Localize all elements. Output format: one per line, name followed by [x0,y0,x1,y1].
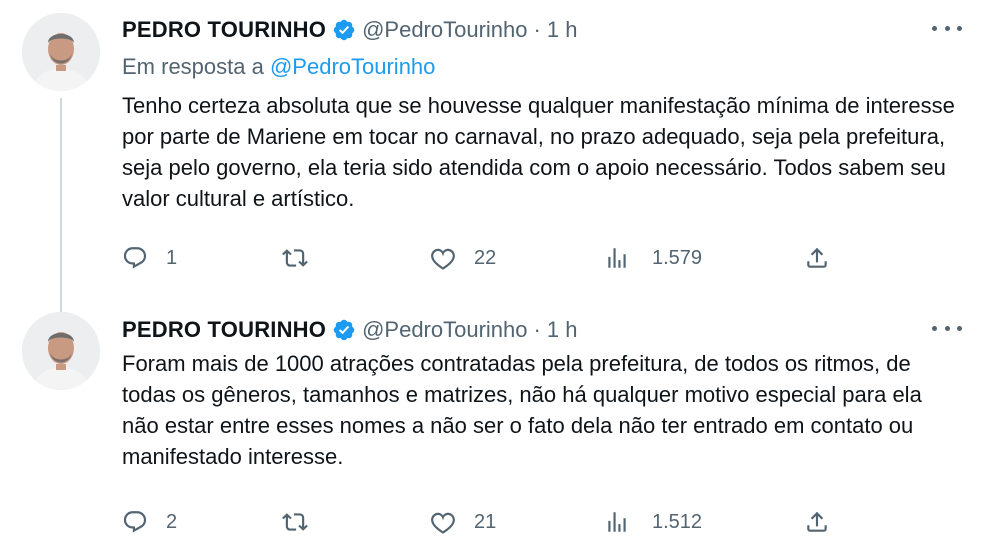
retweet-arrows-icon [282,249,308,267]
tweet-text: Foram mais de 1000 atrações contratadas … [122,351,922,469]
avatar[interactable] [22,312,100,390]
reply-bubble-icon [123,247,147,269]
verified-badge-icon [333,319,355,341]
avatar[interactable] [22,13,100,91]
reply-count: 2 [166,510,178,533]
tweet-actions: 2 21 1.512 [122,507,842,537]
reply-context: Em resposta a @PedroTourinho [122,54,435,80]
retweet-button[interactable] [282,507,326,537]
like-count: 21 [474,510,497,533]
separator-dot: · [533,17,541,42]
tweet-time[interactable]: 1 h [547,317,578,343]
tweet-1[interactable]: PEDRO TOURINHO @PedroTourinho · 1 h Em r… [0,0,984,312]
tweet-text: Tenho certeza absoluta que se houvesse q… [122,93,955,211]
reply-button[interactable]: 1 [122,243,177,273]
verified-badge-icon [333,19,355,41]
retweet-arrows-icon [282,513,308,531]
retweet-button[interactable] [282,243,326,273]
author-handle[interactable]: @PedroTourinho [362,317,527,343]
share-upload-icon [807,247,827,268]
like-button[interactable]: 22 [430,243,496,273]
author-handle[interactable]: @PedroTourinho [362,17,527,43]
tweet-2[interactable]: PEDRO TOURINHO @PedroTourinho · 1 h Fora… [0,300,984,549]
reply-button[interactable]: 2 [122,507,177,537]
tweet-header: PEDRO TOURINHO @PedroTourinho · 1 h [122,14,577,46]
views-count: 1.579 [652,246,703,269]
views-bars-icon [608,248,626,268]
reply-mention-link[interactable]: @PedroTourinho [270,54,435,79]
heart-icon [431,512,455,534]
more-dots-icon[interactable] [932,316,962,340]
views-button[interactable]: 1.579 [604,243,702,273]
share-button[interactable] [804,507,830,537]
heart-icon [431,248,455,270]
thread-line [60,98,62,312]
share-button[interactable] [804,243,830,273]
reply-prefix: Em resposta a [122,54,264,79]
tweet-header: PEDRO TOURINHO @PedroTourinho · 1 h [122,314,577,346]
views-bars-icon [608,512,626,532]
tweet-actions: 1 22 1.579 [122,243,842,273]
separator-dot: · [533,317,541,342]
views-count: 1.512 [652,510,703,533]
like-count: 22 [474,246,497,269]
avatar-photo-icon [22,13,100,91]
author-name[interactable]: PEDRO TOURINHO [122,317,326,343]
avatar-photo-icon [22,312,100,390]
more-dots-icon[interactable] [932,16,962,40]
reply-bubble-icon [123,511,147,533]
tweet-time[interactable]: 1 h [547,17,578,43]
reply-count: 1 [166,246,178,269]
author-name[interactable]: PEDRO TOURINHO [122,17,326,43]
share-upload-icon [807,511,827,532]
views-button[interactable]: 1.512 [604,507,702,537]
like-button[interactable]: 21 [430,507,496,537]
